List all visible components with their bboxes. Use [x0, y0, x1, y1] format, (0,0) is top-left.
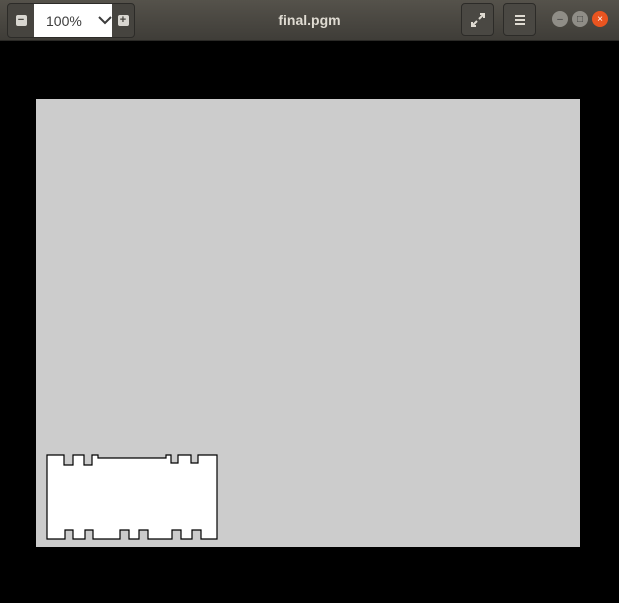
menu-button[interactable]	[503, 3, 536, 36]
image-canvas	[36, 99, 580, 547]
title-bar: − 100% + final.pgm – □ ×	[0, 0, 619, 41]
fullscreen-icon	[470, 12, 485, 27]
white-notched-shape	[46, 454, 218, 540]
image-content	[46, 454, 218, 540]
minimize-icon: –	[557, 13, 563, 25]
minimize-button[interactable]: –	[552, 11, 568, 27]
close-icon: ×	[597, 13, 603, 25]
fullscreen-button[interactable]	[461, 3, 494, 36]
hamburger-icon	[514, 14, 525, 25]
close-button[interactable]: ×	[592, 11, 608, 27]
maximize-button[interactable]: □	[572, 11, 588, 27]
maximize-icon: □	[576, 13, 584, 25]
